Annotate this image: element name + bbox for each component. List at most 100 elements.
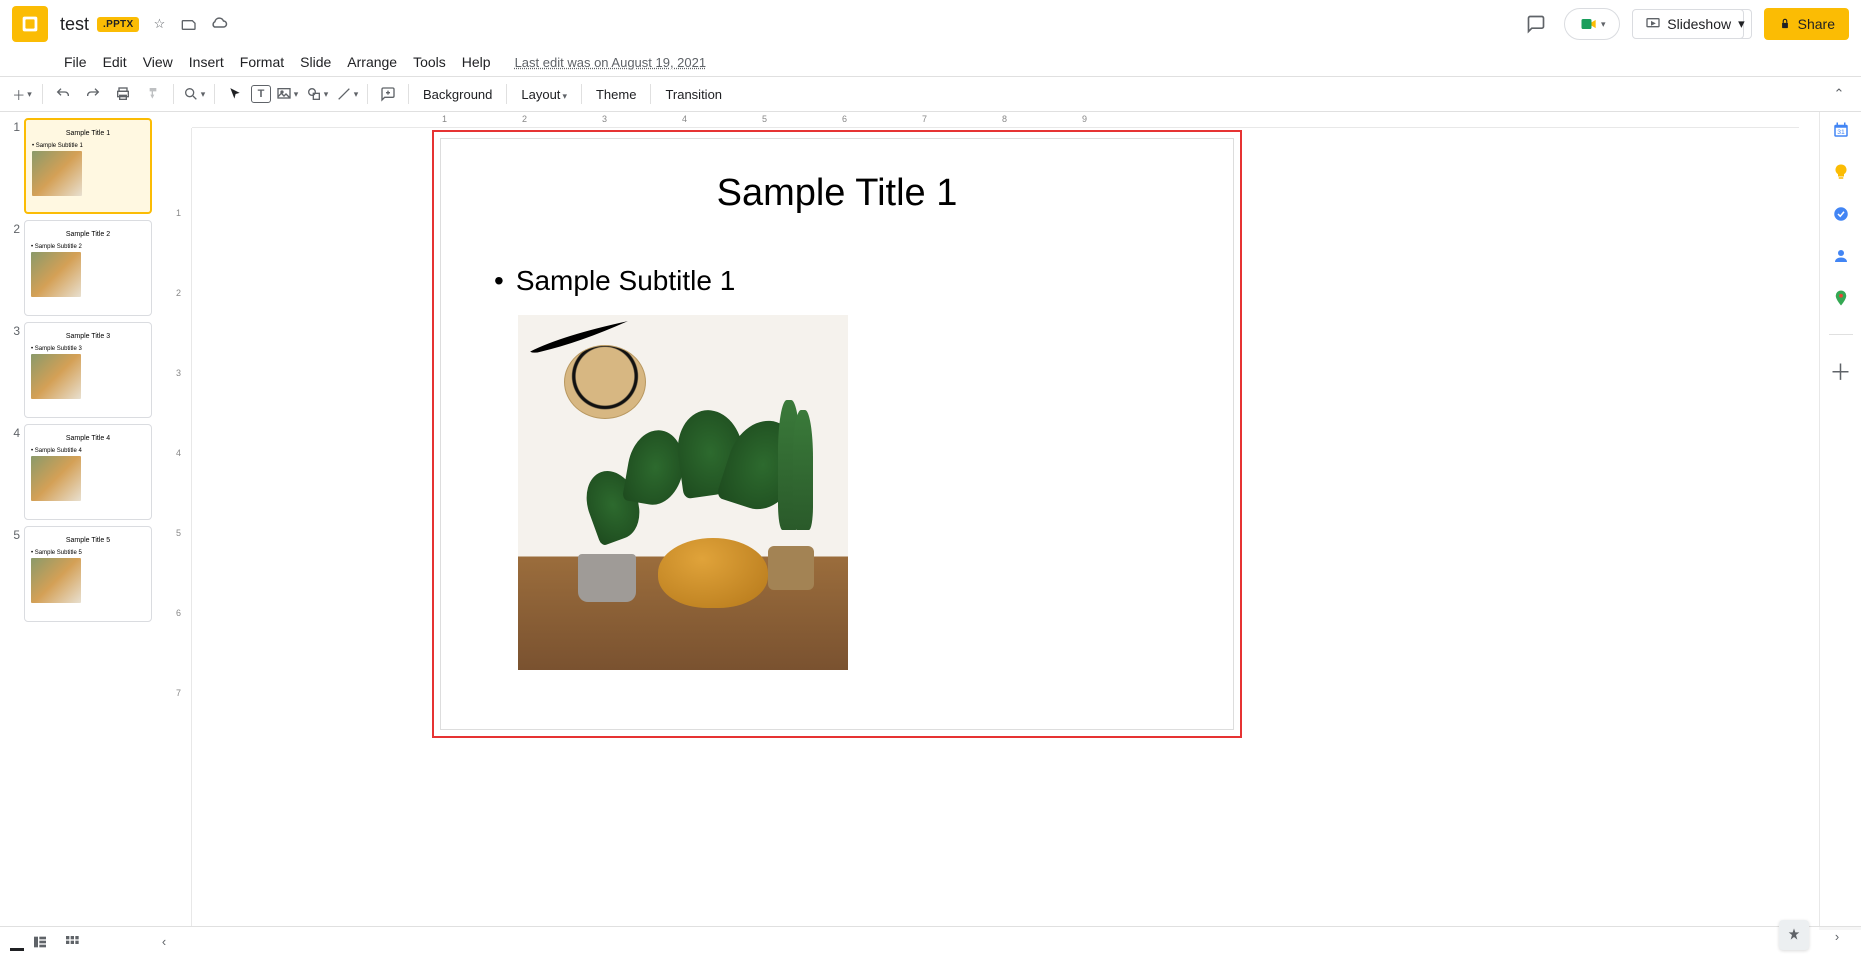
ruler-tick: 3: [602, 114, 607, 124]
toolbar-separator: [367, 84, 368, 104]
maps-icon[interactable]: [1831, 288, 1851, 308]
collapse-toolbar-button[interactable]: ⌃: [1825, 80, 1853, 108]
pot-decoration: [578, 554, 636, 602]
thumb-title: Sample Title 2: [31, 231, 145, 238]
ruler-tick: 1: [442, 114, 447, 124]
slide-thumbnail-5[interactable]: Sample Title 5 • Sample Subtitle 5: [24, 526, 152, 622]
slide-thumbnail-1[interactable]: Sample Title 1 • Sample Subtitle 1: [24, 118, 152, 214]
menu-file[interactable]: File: [56, 52, 95, 72]
menu-format[interactable]: Format: [232, 52, 292, 72]
thumb-image: [31, 252, 81, 297]
thumb-number: 1: [6, 118, 20, 214]
contacts-icon[interactable]: [1831, 246, 1851, 266]
explore-button[interactable]: [1779, 920, 1809, 950]
shape-tool[interactable]: ▾: [303, 80, 331, 108]
plants-decoration: [568, 390, 828, 560]
thumb-title: Sample Title 5: [31, 537, 145, 544]
transition-button[interactable]: Transition: [657, 83, 730, 106]
paint-format-button[interactable]: [139, 80, 167, 108]
cloud-status-icon[interactable]: [209, 14, 229, 34]
move-icon[interactable]: [179, 14, 199, 34]
filmstrip: 1 Sample Title 1 • Sample Subtitle 1 2 S…: [0, 112, 172, 926]
toolbar-separator: [214, 84, 215, 104]
slideshow-button[interactable]: Slideshow: [1632, 9, 1744, 39]
toolbar-separator: [650, 84, 651, 104]
ruler-tick: 1: [176, 208, 181, 218]
menu-view[interactable]: View: [135, 52, 181, 72]
menubar: File Edit View Insert Format Slide Arran…: [0, 48, 1861, 76]
ruler-tick: 7: [176, 688, 181, 698]
svg-text:31: 31: [1837, 129, 1845, 136]
meet-button[interactable]: ▾: [1564, 8, 1620, 40]
toolbar: ＋▾ ▾ T ▾ ▾ ▾ Background Layout▾ Theme Tr…: [0, 76, 1861, 112]
new-slide-button[interactable]: ＋▾: [8, 80, 36, 108]
ruler-tick: 6: [842, 114, 847, 124]
zoom-button[interactable]: ▾: [180, 80, 208, 108]
titlebar: test .PPTX ☆ ▾ Slideshow ▾ Share: [0, 0, 1861, 48]
menu-arrange[interactable]: Arrange: [339, 52, 405, 72]
background-button[interactable]: Background: [415, 83, 500, 106]
app-icon[interactable]: [12, 6, 48, 42]
redo-button[interactable]: [79, 80, 107, 108]
thumb-subtitle: • Sample Subtitle 2: [31, 244, 145, 250]
thumb-title: Sample Title 4: [31, 435, 145, 442]
menu-insert[interactable]: Insert: [181, 52, 232, 72]
star-icon[interactable]: ☆: [149, 14, 169, 34]
menu-edit[interactable]: Edit: [95, 52, 135, 72]
side-panel-divider: [1829, 334, 1853, 335]
tasks-icon[interactable]: [1831, 204, 1851, 224]
add-addons-icon[interactable]: ＋: [1831, 361, 1851, 381]
hide-side-panel-button[interactable]: ›: [1821, 922, 1853, 950]
collapse-filmstrip-button[interactable]: ‹: [148, 928, 180, 956]
share-button[interactable]: Share: [1764, 8, 1849, 40]
image-tool[interactable]: ▾: [273, 80, 301, 108]
slideshow-label: Slideshow: [1667, 16, 1731, 32]
bottom-bar: ‹: [0, 926, 1819, 956]
slide-image[interactable]: [518, 315, 848, 670]
menu-tools[interactable]: Tools: [405, 52, 454, 72]
select-tool[interactable]: [221, 80, 249, 108]
toolbar-separator: [173, 84, 174, 104]
thumb-subtitle: • Sample Subtitle 4: [31, 448, 145, 454]
ruler-tick: 5: [176, 528, 181, 538]
thumb-image: [31, 558, 81, 603]
comment-tool[interactable]: [374, 80, 402, 108]
slide-thumbnail-4[interactable]: Sample Title 4 • Sample Subtitle 4: [24, 424, 152, 520]
keep-icon[interactable]: [1831, 162, 1851, 182]
calendar-icon[interactable]: 31: [1831, 120, 1851, 140]
undo-button[interactable]: [49, 80, 77, 108]
menu-help[interactable]: Help: [454, 52, 499, 72]
thumb-number: 2: [6, 220, 20, 316]
ruler-vertical: 1234567: [172, 128, 192, 926]
print-button[interactable]: [109, 80, 137, 108]
ruler-tick: 4: [682, 114, 687, 124]
slide-canvas[interactable]: Sample Title 1 •Sample Subtitle 1: [432, 130, 1242, 738]
pot-decoration: [658, 538, 768, 608]
last-edit-link[interactable]: Last edit was on August 19, 2021: [515, 55, 707, 70]
ruler-tick: 9: [1082, 114, 1087, 124]
ruler-tick: 2: [522, 114, 527, 124]
layout-button[interactable]: Layout▾: [513, 83, 575, 106]
slideshow-dropdown[interactable]: ▾: [1732, 9, 1752, 39]
format-badge: .PPTX: [97, 17, 139, 32]
thumb-subtitle: • Sample Subtitle 1: [32, 143, 144, 149]
textbox-tool[interactable]: T: [251, 85, 271, 103]
line-tool[interactable]: ▾: [333, 80, 361, 108]
thumb-number: 4: [6, 424, 20, 520]
pot-decoration: [768, 546, 814, 590]
filmstrip-view-button[interactable]: [24, 928, 56, 956]
slide-thumbnail-2[interactable]: Sample Title 2 • Sample Subtitle 2: [24, 220, 152, 316]
ruler-tick: 5: [762, 114, 767, 124]
ruler-tick: 2: [176, 288, 181, 298]
theme-button[interactable]: Theme: [588, 83, 644, 106]
grid-view-button[interactable]: [56, 928, 88, 956]
comments-button[interactable]: [1520, 8, 1552, 40]
menu-slide[interactable]: Slide: [292, 52, 339, 72]
doc-title[interactable]: test: [60, 14, 89, 35]
ruler-tick: 4: [176, 448, 181, 458]
thumb-subtitle: • Sample Subtitle 5: [31, 550, 145, 556]
slide-thumbnail-3[interactable]: Sample Title 3 • Sample Subtitle 3: [24, 322, 152, 418]
chevron-down-icon: ▾: [1601, 19, 1606, 30]
canvas-area[interactable]: 123456789 1234567 Sample Title 1 •Sample…: [172, 112, 1819, 926]
toolbar-separator: [42, 84, 43, 104]
